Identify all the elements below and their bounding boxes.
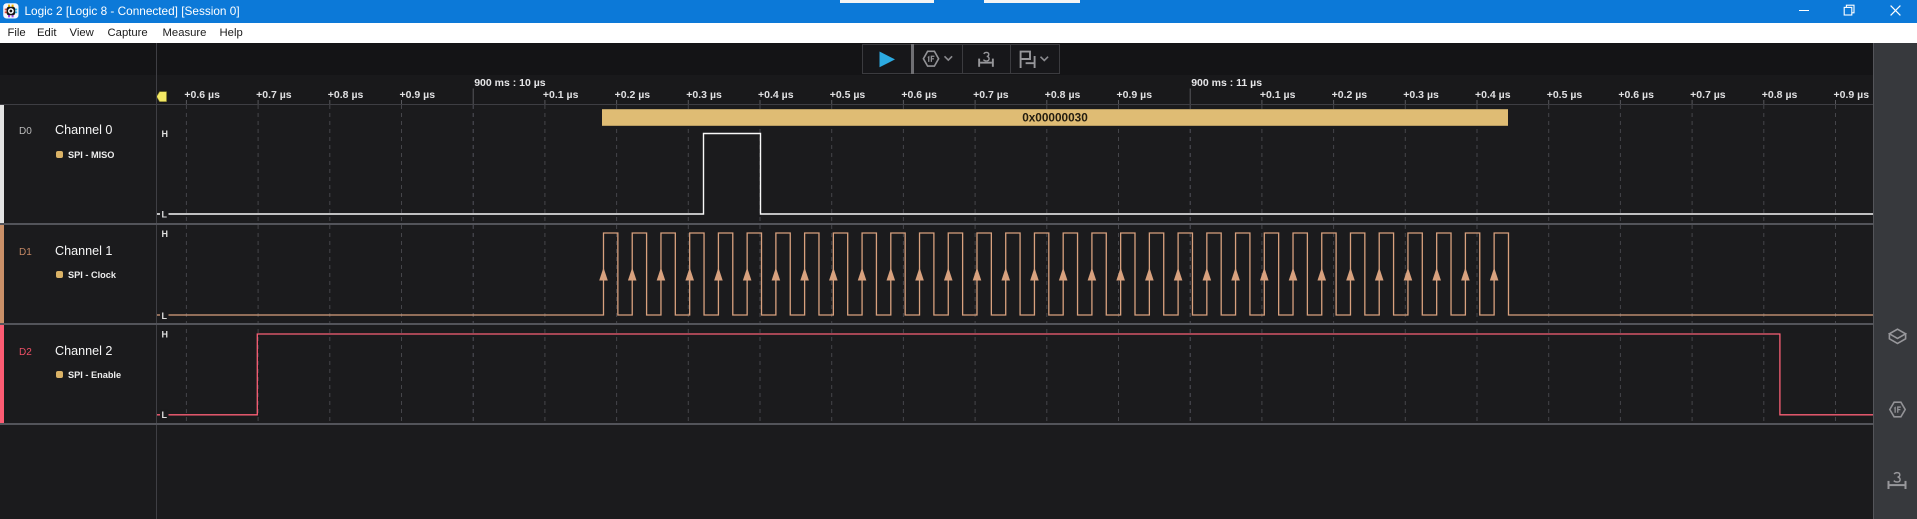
svg-text:H: H [162, 229, 169, 239]
svg-text:L: L [162, 209, 168, 219]
svg-text:0x00000030: 0x00000030 [1022, 110, 1088, 124]
svg-text:L: L [162, 310, 168, 320]
svg-text:H: H [162, 329, 169, 339]
svg-text:H: H [162, 128, 169, 138]
svg-text:L: L [162, 410, 168, 420]
